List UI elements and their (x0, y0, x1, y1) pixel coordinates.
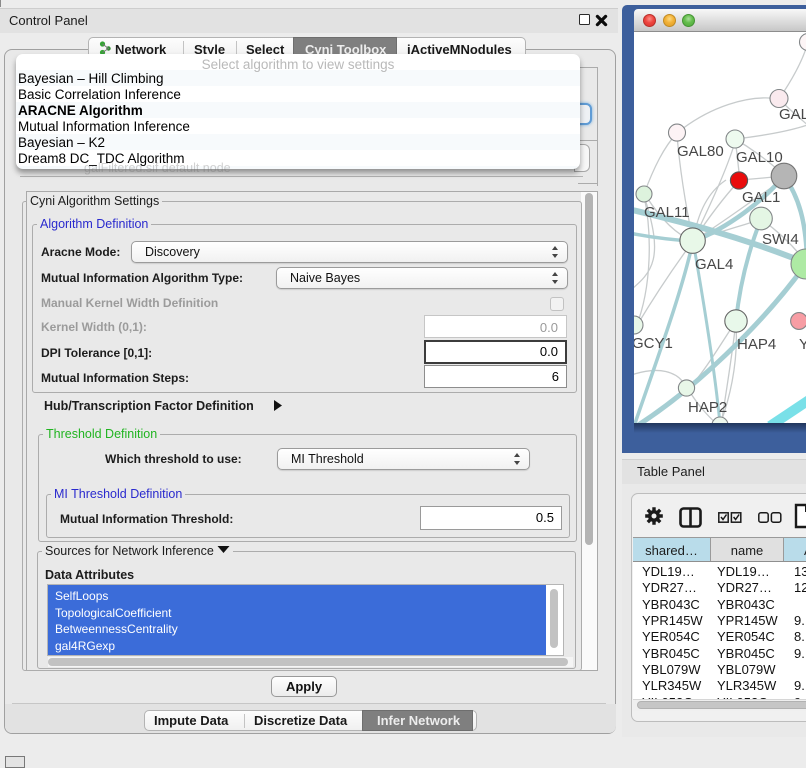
svg-text:GAL80: GAL80 (677, 143, 724, 160)
svg-text:YP: YP (799, 336, 806, 353)
svg-text:GAL11: GAL11 (644, 204, 690, 221)
svg-text:GAL10: GAL10 (736, 149, 783, 166)
svg-text:SWI4: SWI4 (762, 231, 799, 248)
svg-text:GAL4: GAL4 (695, 256, 733, 273)
svg-text:GCY1: GCY1 (634, 335, 673, 352)
svg-text:GAL1: GAL1 (742, 189, 780, 206)
svg-text:HAP2: HAP2 (688, 399, 727, 416)
svg-text:HAP4: HAP4 (737, 336, 776, 353)
svg-text:GAL7: GAL7 (779, 106, 806, 123)
